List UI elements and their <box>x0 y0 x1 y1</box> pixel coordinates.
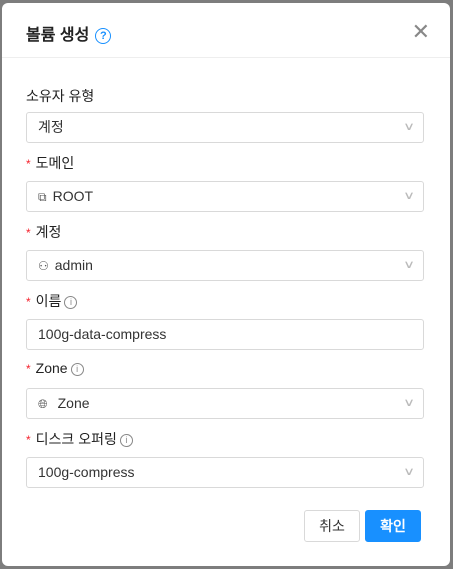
question-circle-icon[interactable]: ? <box>95 28 112 44</box>
disk-offering-label: * 디스크 오퍼링 i <box>26 429 133 449</box>
owner-type-label: 소유자 유형 <box>26 88 95 104</box>
domain-label: * 도메인 <box>26 155 75 171</box>
zone-select[interactable]: 🌐︎ Zone ∨ <box>26 388 424 419</box>
cancel-button[interactable]: 취소 <box>304 510 360 542</box>
account-label: * 계정 <box>26 224 62 240</box>
ok-button[interactable]: 확인 <box>365 510 421 542</box>
name-input[interactable]: 100g-data-compress <box>26 319 424 350</box>
domain-icon: ⧉ <box>38 190 47 204</box>
disk-offering-select[interactable]: 100g-compress ∨ <box>26 457 424 488</box>
chevron-down-icon: ∨ <box>402 466 416 478</box>
chevron-down-icon: ∨ <box>402 190 416 202</box>
account-select[interactable]: ⚇ admin ∨ <box>26 250 424 281</box>
dialog-title: 볼륨 생성? <box>26 21 112 45</box>
user-group-icon: ⚇ <box>38 259 49 273</box>
dialog-header: 볼륨 생성? ✕ <box>2 3 450 58</box>
close-icon[interactable]: ✕ <box>412 19 430 45</box>
info-icon[interactable]: i <box>70 363 84 376</box>
chevron-down-icon: ∨ <box>402 397 416 409</box>
name-label: * 이름 i <box>26 291 78 311</box>
info-icon[interactable]: i <box>64 296 78 309</box>
create-volume-dialog: 볼륨 생성? ✕ 소유자 유형 계정 ∨ * 도메인 ⧉ ROOT ∨ * 계정 ⚇ adm… <box>2 3 450 566</box>
domain-select[interactable]: ⧉ ROOT ∨ <box>26 181 424 212</box>
owner-type-select[interactable]: 계정 ∨ <box>26 112 424 143</box>
chevron-down-icon: ∨ <box>402 121 416 133</box>
globe-icon: 🌐︎ <box>38 397 48 411</box>
info-icon[interactable]: i <box>119 434 133 447</box>
chevron-down-icon: ∨ <box>402 259 416 271</box>
zone-label: * Zone i <box>26 360 84 376</box>
